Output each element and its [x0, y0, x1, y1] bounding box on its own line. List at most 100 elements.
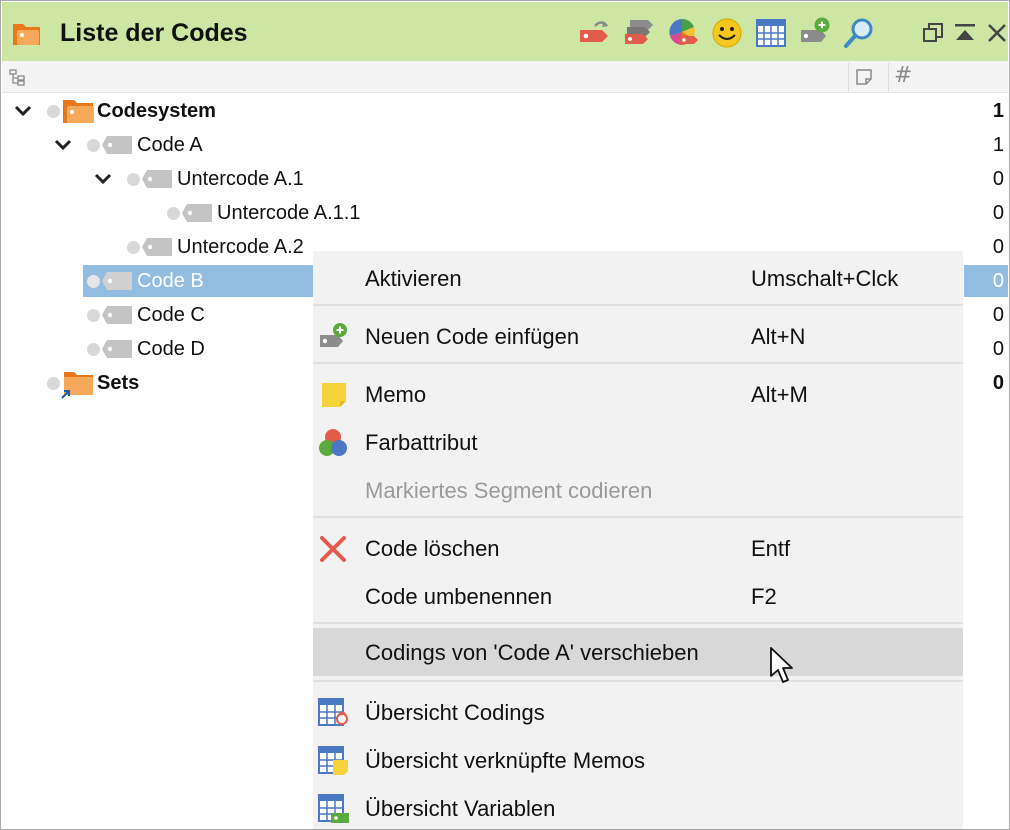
status-dot [167, 207, 180, 220]
column-separator[interactable] [848, 63, 849, 91]
code-tag-icon [102, 306, 132, 324]
tree-label: Code A [137, 134, 203, 156]
code-tag-icon [142, 170, 172, 188]
overview-memos-icon [317, 745, 349, 777]
menu-item-color-attribute[interactable]: Farbattribut [313, 418, 963, 466]
tree-label: Code D [137, 338, 205, 360]
tree-count: 0 [992, 270, 1004, 292]
overview-codings-icon [317, 697, 349, 729]
sets-folder-icon [61, 372, 93, 399]
code-tag-icon [182, 204, 212, 222]
menu-item-activate[interactable]: Aktivieren Umschalt+Clck [313, 254, 963, 302]
menu-item-label: Übersicht Variablen [365, 796, 556, 821]
table-grid-icon[interactable] [754, 16, 788, 50]
restore-icon[interactable] [920, 20, 946, 46]
tree-count: 0 [992, 236, 1004, 258]
title-bar: Liste der Codes [2, 2, 1008, 61]
tree-label: Code B [137, 270, 204, 292]
memo-column-icon[interactable] [854, 67, 874, 92]
chevron-down-icon[interactable] [14, 103, 32, 119]
tree-label: Untercode A.2 [177, 236, 304, 258]
status-dot [87, 309, 100, 322]
tree-label: Codesystem [97, 100, 216, 122]
status-dot [127, 241, 140, 254]
smiley-icon[interactable] [710, 16, 744, 50]
menu-item-overview-variables[interactable]: Übersicht Variablen [313, 784, 963, 829]
tree-label: Code C [137, 304, 205, 326]
menu-item-shortcut: F2 [751, 584, 777, 609]
menu-item-shortcut: Umschalt+Clck [751, 266, 899, 291]
menu-item-label: Übersicht verknüpfte Memos [365, 748, 645, 773]
menu-item-label: Übersicht Codings [365, 700, 545, 725]
menu-separator [313, 362, 963, 364]
menu-item-overview-codings[interactable]: Übersicht Codings [313, 688, 963, 736]
tree-label: Untercode A.1 [177, 168, 304, 190]
menu-separator [313, 516, 963, 518]
menu-item-new-code[interactable]: Neuen Code einfügen Alt+N [313, 312, 963, 360]
color-palette-icon[interactable] [666, 16, 700, 50]
menu-separator [313, 680, 963, 682]
menu-item-label: Neuen Code einfügen [365, 324, 580, 349]
status-dot [87, 275, 100, 288]
menu-item-shortcut: Alt+N [751, 324, 806, 349]
menu-item-label: Farbattribut [365, 430, 478, 455]
chevron-down-icon[interactable] [94, 171, 112, 187]
menu-item-code-segment: Markiertes Segment codieren [313, 466, 963, 514]
column-separator[interactable] [888, 63, 889, 91]
code-list-window: Liste der Codes # Codesystem 1 Code A 1 … [0, 0, 1010, 830]
tree-label: Sets [97, 372, 140, 394]
new-code-icon[interactable] [798, 16, 832, 50]
code-tag-icon [102, 136, 132, 154]
menu-item-delete-code[interactable]: Code löschen Entf [313, 524, 963, 572]
menu-item-shortcut: Entf [751, 536, 791, 561]
code-return-icon[interactable] [577, 16, 611, 50]
status-dot [47, 377, 60, 390]
menu-item-move-codings[interactable]: Codings von 'Code A' verschieben [313, 628, 963, 676]
status-dot [47, 105, 60, 118]
menu-item-label: Markiertes Segment codieren [365, 478, 653, 503]
menu-item-overview-memos[interactable]: Übersicht verknüpfte Memos [313, 736, 963, 784]
collapse-icon[interactable] [952, 20, 978, 46]
menu-item-label: Memo [365, 382, 427, 407]
tree-count: 1 [992, 100, 1004, 122]
tree-count: 0 [992, 372, 1004, 394]
tree-count: 1 [992, 134, 1004, 156]
codesystem-icon [11, 20, 43, 48]
tree-structure-icon[interactable] [8, 68, 26, 91]
codesystem-icon [63, 100, 94, 123]
code-stack-icon[interactable] [622, 16, 656, 50]
tree-count: 0 [992, 202, 1004, 224]
chevron-down-icon[interactable] [54, 137, 72, 153]
tree-row-untercode-a1[interactable]: Untercode A.1 0 [2, 163, 1008, 197]
menu-item-label: Codings von 'Code A' verschieben [365, 640, 699, 665]
tree-count: 0 [992, 168, 1004, 190]
status-dot [87, 343, 100, 356]
color-attribute-icon [317, 427, 349, 459]
window-title: Liste der Codes [60, 19, 248, 47]
menu-separator [313, 304, 963, 306]
menu-item-label: Code löschen [365, 536, 500, 561]
new-code-icon [317, 321, 349, 353]
menu-separator [313, 622, 963, 624]
menu-item-label: Aktivieren [365, 266, 462, 291]
search-icon[interactable] [842, 16, 876, 50]
tree-row-codesystem[interactable]: Codesystem 1 [2, 95, 1008, 129]
count-column-header[interactable]: # [894, 63, 912, 88]
code-tag-icon [102, 272, 132, 290]
code-tag-icon [102, 340, 132, 358]
tree-label: Untercode A.1.1 [217, 202, 361, 224]
tree-count: 0 [992, 304, 1004, 326]
menu-item-label: Code umbenennen [365, 584, 553, 609]
menu-item-rename-code[interactable]: Code umbenennen F2 [313, 572, 963, 620]
tree-count: 0 [992, 338, 1004, 360]
close-icon[interactable] [984, 20, 1009, 46]
column-header: # [2, 61, 1008, 93]
mouse-pointer-icon [770, 647, 793, 683]
menu-item-shortcut: Alt+M [751, 382, 808, 407]
overview-variables-icon [317, 793, 349, 825]
menu-item-memo[interactable]: Memo Alt+M [313, 370, 963, 418]
tree-row-code-a[interactable]: Code A 1 [2, 129, 1008, 163]
status-dot [87, 139, 100, 152]
context-menu: Aktivieren Umschalt+Clck Neuen Code einf… [313, 251, 963, 829]
tree-row-untercode-a11[interactable]: Untercode A.1.1 0 [2, 197, 1008, 231]
